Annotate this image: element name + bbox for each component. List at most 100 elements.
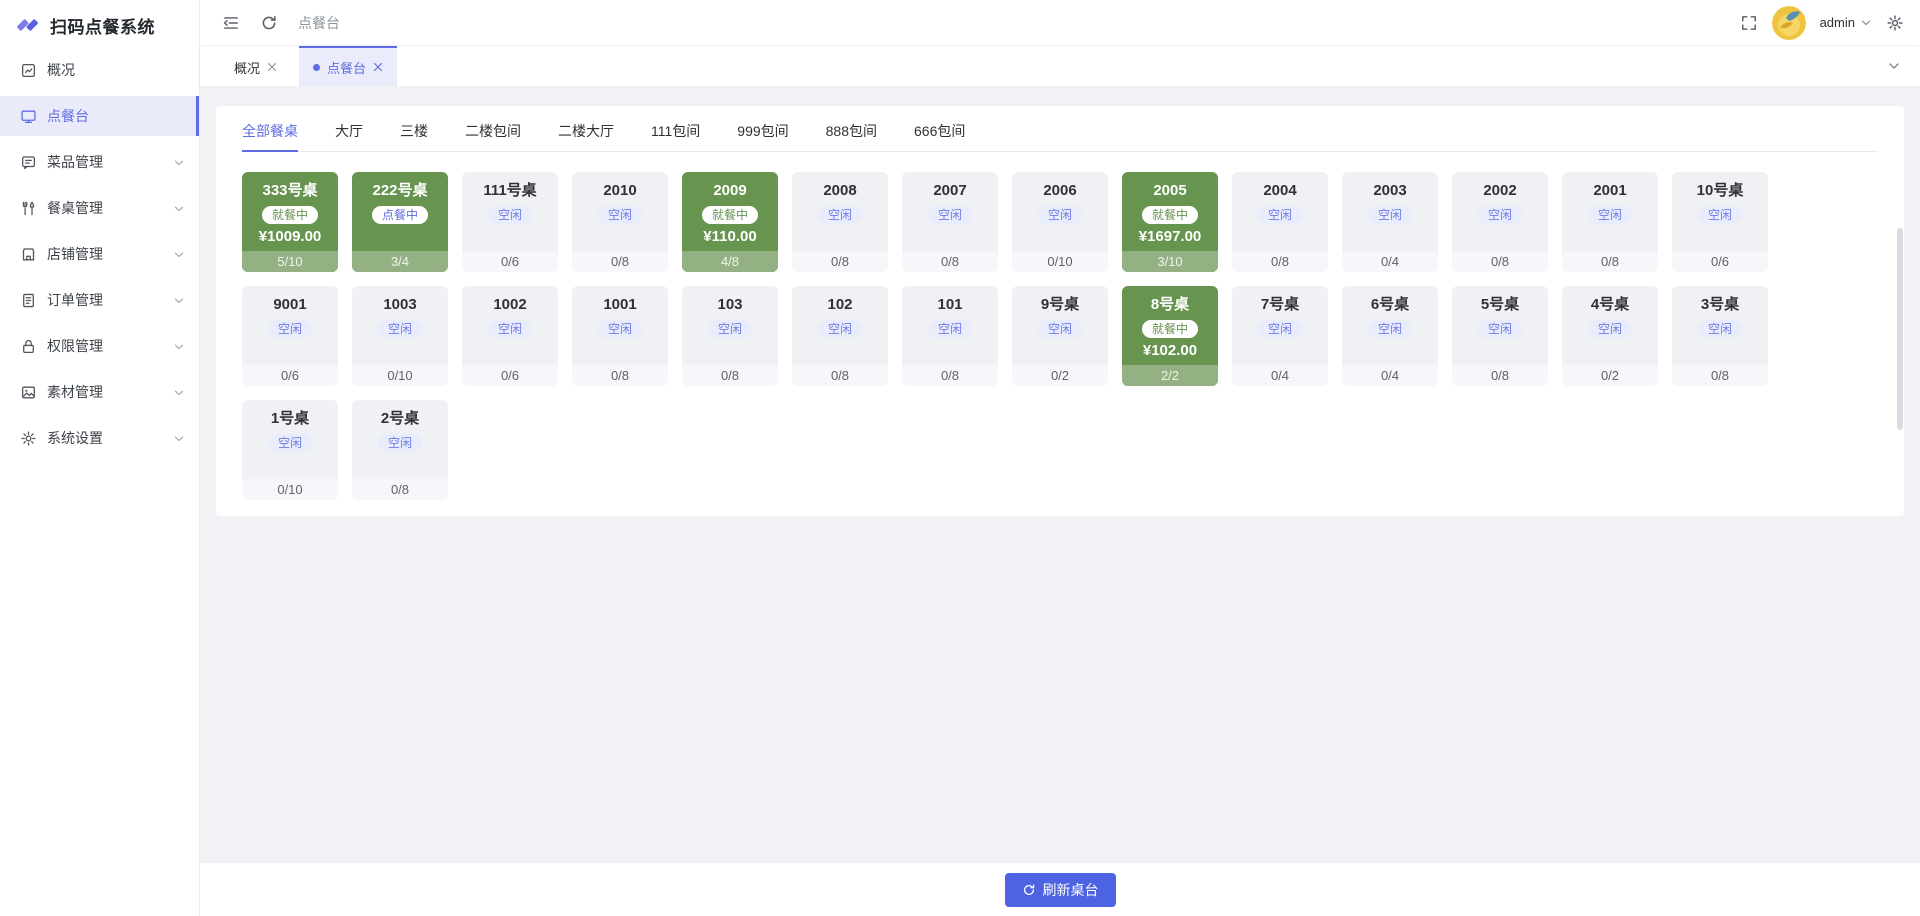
- sidebar-item[interactable]: 订单管理: [0, 280, 199, 320]
- category-tab[interactable]: 666包间: [914, 110, 965, 151]
- table-name: 2007: [933, 181, 966, 201]
- table-card-body: 9号桌 空闲: [1012, 286, 1108, 365]
- table-card[interactable]: 2005 就餐中 ¥1697.00 3/10: [1122, 172, 1218, 272]
- table-occupancy: 0/6: [1672, 251, 1768, 272]
- table-card[interactable]: 222号桌 点餐中 3/4: [352, 172, 448, 272]
- table-card[interactable]: 10号桌 空闲 0/6: [1672, 172, 1768, 272]
- tab-options-dropdown[interactable]: [1880, 46, 1908, 86]
- table-name: 5号桌: [1481, 295, 1519, 315]
- table-card-body: 2009 就餐中 ¥110.00: [682, 172, 778, 251]
- sidebar-item[interactable]: 权限管理: [0, 326, 199, 366]
- table-status-badge: 空闲: [1478, 320, 1522, 338]
- table-card[interactable]: 2号桌 空闲 0/8: [352, 400, 448, 500]
- sidebar-item[interactable]: 店铺管理: [0, 234, 199, 274]
- table-occupancy: 0/2: [1012, 365, 1108, 386]
- table-card-body: 2010 空闲: [572, 172, 668, 251]
- category-tab-label: 111包间: [651, 121, 700, 141]
- category-tab[interactable]: 999包间: [737, 110, 788, 151]
- category-tab[interactable]: 111包间: [651, 110, 700, 151]
- table-status-badge: 点餐中: [372, 206, 428, 224]
- table-card-body: 5号桌 空闲: [1452, 286, 1548, 365]
- table-card[interactable]: 2002 空闲 0/8: [1452, 172, 1548, 272]
- sidebar-item[interactable]: 餐桌管理: [0, 188, 199, 228]
- table-name: 2010: [603, 181, 636, 201]
- table-occupancy: 0/8: [682, 365, 778, 386]
- settings-gear-icon[interactable]: [1886, 14, 1904, 32]
- table-name: 10号桌: [1697, 181, 1744, 201]
- table-card[interactable]: 7号桌 空闲 0/4: [1232, 286, 1328, 386]
- table-name: 3号桌: [1701, 295, 1739, 315]
- sidebar-item[interactable]: 点餐台: [0, 96, 199, 136]
- close-icon[interactable]: [267, 62, 277, 72]
- table-card[interactable]: 2007 空闲 0/8: [902, 172, 998, 272]
- table-card[interactable]: 6号桌 空闲 0/4: [1342, 286, 1438, 386]
- refresh-tables-button[interactable]: 刷新桌台: [1005, 873, 1116, 907]
- table-occupancy: 0/8: [1452, 365, 1548, 386]
- table-name: 103: [717, 295, 742, 315]
- sidebar-item[interactable]: 概况: [0, 50, 199, 90]
- table-card[interactable]: 103 空闲 0/8: [682, 286, 778, 386]
- table-card[interactable]: 2004 空闲 0/8: [1232, 172, 1328, 272]
- table-card[interactable]: 5号桌 空闲 0/8: [1452, 286, 1548, 386]
- close-icon[interactable]: [373, 62, 383, 72]
- category-tab[interactable]: 二楼包间: [465, 110, 521, 151]
- table-card-body: 111号桌 空闲: [462, 172, 558, 251]
- table-card[interactable]: 111号桌 空闲 0/6: [462, 172, 558, 272]
- table-card[interactable]: 102 空闲 0/8: [792, 286, 888, 386]
- category-tab[interactable]: 二楼大厅: [558, 110, 614, 151]
- collapse-menu-icon[interactable]: [222, 14, 240, 32]
- table-status-badge: 空闲: [818, 320, 862, 338]
- table-card[interactable]: 9001 空闲 0/6: [242, 286, 338, 386]
- page-tab[interactable]: 概况: [220, 46, 291, 86]
- table-status-badge: 空闲: [598, 320, 642, 338]
- table-status-badge: 就餐中: [702, 206, 758, 224]
- table-status-badge: 空闲: [1258, 320, 1302, 338]
- sidebar-item[interactable]: 菜品管理: [0, 142, 199, 182]
- chevron-down-icon: [173, 294, 185, 306]
- category-tab[interactable]: 大厅: [335, 110, 363, 151]
- table-status-badge: 空闲: [488, 320, 532, 338]
- sidebar-item-label: 店铺管理: [47, 244, 163, 264]
- fullscreen-icon[interactable]: [1740, 14, 1758, 32]
- table-card[interactable]: 1号桌 空闲 0/10: [242, 400, 338, 500]
- sidebar-item[interactable]: 系统设置: [0, 418, 199, 458]
- app-logo: 扫码点餐系统: [0, 0, 199, 50]
- sidebar: 扫码点餐系统 概况 点餐台 菜品管理: [0, 0, 200, 916]
- refresh-icon[interactable]: [260, 14, 278, 32]
- avatar[interactable]: [1772, 6, 1806, 40]
- table-card[interactable]: 1003 空闲 0/10: [352, 286, 448, 386]
- table-name: 2009: [713, 181, 746, 201]
- chevron-down-icon: [173, 432, 185, 444]
- table-card[interactable]: 1002 空闲 0/6: [462, 286, 558, 386]
- table-card[interactable]: 2006 空闲 0/10: [1012, 172, 1108, 272]
- table-card[interactable]: 2010 空闲 0/8: [572, 172, 668, 272]
- table-card-body: 2007 空闲: [902, 172, 998, 251]
- table-card[interactable]: 2001 空闲 0/8: [1562, 172, 1658, 272]
- category-tab[interactable]: 三楼: [400, 110, 428, 151]
- scrollbar-thumb[interactable]: [1897, 228, 1903, 430]
- table-card-body: 6号桌 空闲: [1342, 286, 1438, 365]
- table-card[interactable]: 2003 空闲 0/4: [1342, 172, 1438, 272]
- chevron-down-icon: [1860, 17, 1872, 29]
- table-name: 2001: [1593, 181, 1626, 201]
- category-tab-label: 999包间: [737, 121, 788, 141]
- category-tab[interactable]: 888包间: [826, 110, 877, 151]
- table-occupancy: 0/8: [352, 479, 448, 500]
- table-name: 8号桌: [1151, 295, 1189, 315]
- table-card[interactable]: 2009 就餐中 ¥110.00 4/8: [682, 172, 778, 272]
- page-tab[interactable]: 点餐台: [299, 46, 397, 86]
- table-card[interactable]: 101 空闲 0/8: [902, 286, 998, 386]
- table-card[interactable]: 333号桌 就餐中 ¥1009.00 5/10: [242, 172, 338, 272]
- category-tab[interactable]: 全部餐桌: [242, 110, 298, 151]
- table-card[interactable]: 9号桌 空闲 0/2: [1012, 286, 1108, 386]
- table-card[interactable]: 1001 空闲 0/8: [572, 286, 668, 386]
- table-name: 6号桌: [1371, 295, 1409, 315]
- table-card[interactable]: 4号桌 空闲 0/2: [1562, 286, 1658, 386]
- sidebar-item[interactable]: 素材管理: [0, 372, 199, 412]
- table-card[interactable]: 8号桌 就餐中 ¥102.00 2/2: [1122, 286, 1218, 386]
- table-card[interactable]: 2008 空闲 0/8: [792, 172, 888, 272]
- table-card[interactable]: 3号桌 空闲 0/8: [1672, 286, 1768, 386]
- user-menu[interactable]: admin: [1820, 15, 1872, 30]
- table-status-badge: 空闲: [1258, 206, 1302, 224]
- table-name: 102: [827, 295, 852, 315]
